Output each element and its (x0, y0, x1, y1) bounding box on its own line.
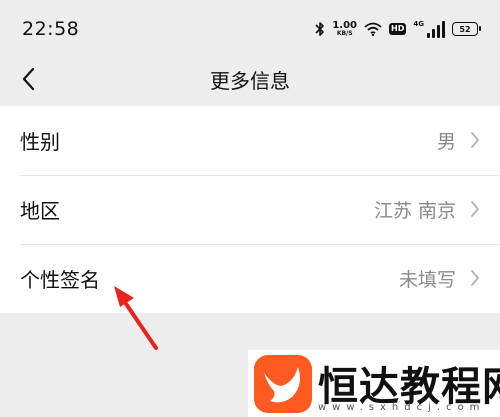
row-label: 性别 (20, 130, 60, 154)
settings-row-signature[interactable]: 个性签名 未填写 (0, 244, 500, 313)
chevron-right-icon (471, 132, 479, 148)
wifi-icon (364, 22, 382, 36)
row-label: 个性签名 (20, 268, 100, 292)
row-value: 江苏 南京 (373, 200, 456, 222)
settings-row-gender[interactable]: 性别 男 (0, 106, 500, 175)
row-value: 男 (436, 131, 456, 153)
status-bar: 22:58 1.00 KB/S HD 4G 52 (0, 0, 500, 52)
page-title: 更多信息 (210, 69, 290, 93)
row-label: 地区 (20, 199, 60, 223)
network-speed: 1.00 KB/S (332, 20, 358, 37)
logo-icon (254, 355, 312, 413)
watermark-url: www.sxhdcj.com (318, 402, 486, 413)
chevron-right-icon (471, 201, 479, 217)
signal-icon: 4G (413, 20, 445, 38)
hd-badge: HD (389, 23, 407, 35)
chevron-right-icon (471, 270, 479, 286)
settings-list: 性别 男 地区 江苏 南京 个性签名 未填写 (0, 106, 500, 313)
nav-bar: 更多信息 (0, 52, 500, 106)
status-icons: 1.00 KB/S HD 4G 52 (315, 17, 481, 41)
status-time: 22:58 (22, 18, 80, 40)
battery-icon: 52 (452, 22, 481, 36)
watermark: 恒达教程网 www.sxhdcj.com (248, 350, 500, 417)
bluetooth-icon (315, 21, 325, 37)
row-value: 未填写 (398, 269, 456, 291)
settings-row-region[interactable]: 地区 江苏 南京 (0, 175, 500, 244)
